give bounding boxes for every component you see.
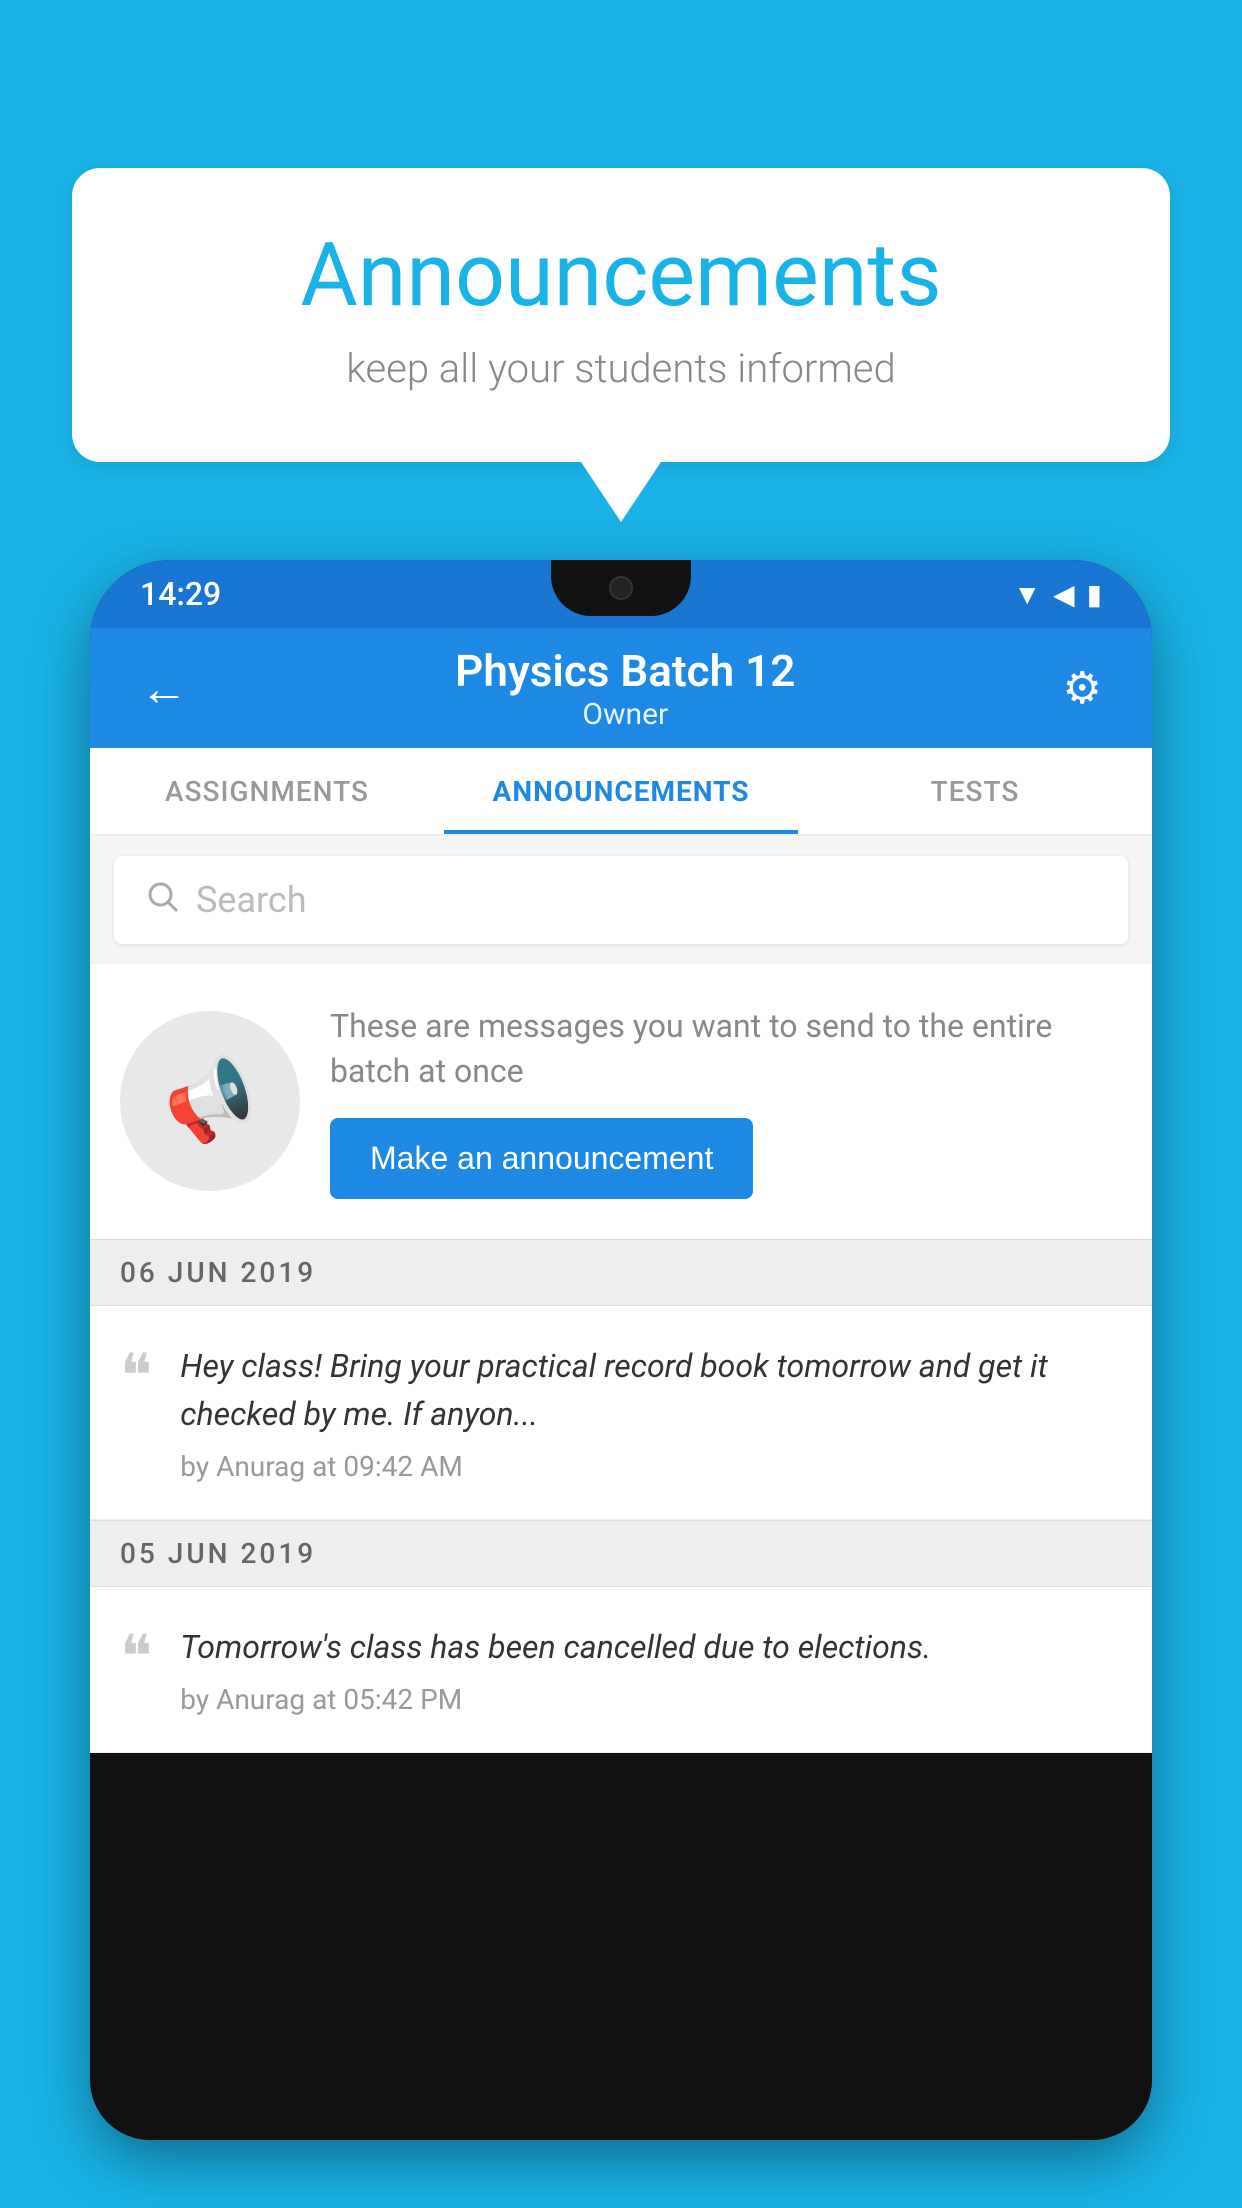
- speech-bubble-container: Announcements keep all your students inf…: [72, 168, 1170, 522]
- quote-icon-2: ❝: [120, 1627, 152, 1687]
- app-bar-subtitle: Owner: [198, 697, 1053, 732]
- back-button[interactable]: ←: [130, 650, 198, 727]
- tab-announcements[interactable]: ANNOUNCEMENTS: [444, 748, 798, 834]
- announcement-text-1: Hey class! Bring your practical record b…: [180, 1342, 1122, 1438]
- battery-icon: ▮: [1087, 578, 1102, 611]
- date-separator-2: 05 JUN 2019: [90, 1520, 1152, 1587]
- megaphone-icon: 📢: [153, 1046, 266, 1157]
- app-bar: ← Physics Batch 12 Owner ⚙: [90, 628, 1152, 748]
- announcement-item-2[interactable]: ❝ Tomorrow's class has been cancelled du…: [90, 1587, 1152, 1753]
- settings-button[interactable]: ⚙: [1053, 652, 1112, 724]
- promo-right: These are messages you want to send to t…: [330, 1004, 1122, 1199]
- announcement-text-2: Tomorrow's class has been cancelled due …: [180, 1623, 1122, 1671]
- status-time: 14:29: [140, 575, 221, 613]
- phone-notch: [551, 560, 691, 616]
- promo-text: These are messages you want to send to t…: [330, 1004, 1122, 1094]
- speech-bubble-subtitle: keep all your students informed: [152, 345, 1090, 392]
- make-announcement-button[interactable]: Make an announcement: [330, 1118, 753, 1199]
- content-area: Search 📢 These are messages you want to …: [90, 836, 1152, 1753]
- signal-icon: ◀: [1053, 578, 1075, 611]
- announcement-content-1: Hey class! Bring your practical record b…: [180, 1342, 1122, 1483]
- speech-bubble: Announcements keep all your students inf…: [72, 168, 1170, 462]
- wifi-icon: ▼: [1013, 578, 1041, 611]
- status-bar: 14:29 ▼ ◀ ▮: [90, 560, 1152, 628]
- announcement-item-1[interactable]: ❝ Hey class! Bring your practical record…: [90, 1306, 1152, 1520]
- announcement-meta-2: by Anurag at 05:42 PM: [180, 1683, 1122, 1716]
- search-icon: [144, 877, 180, 924]
- app-bar-title-group: Physics Batch 12 Owner: [198, 645, 1053, 732]
- promo-icon-circle: 📢: [120, 1011, 300, 1191]
- camera: [609, 576, 633, 600]
- tabs-bar: ASSIGNMENTS ANNOUNCEMENTS TESTS: [90, 748, 1152, 836]
- phone: 14:29 ▼ ◀ ▮ ← Physics Batch 12 Owner ⚙: [90, 560, 1152, 2140]
- search-input[interactable]: Search: [196, 879, 307, 921]
- phone-container: 14:29 ▼ ◀ ▮ ← Physics Batch 12 Owner ⚙: [90, 560, 1152, 2208]
- speech-bubble-title: Announcements: [152, 228, 1090, 325]
- quote-icon-1: ❝: [120, 1346, 152, 1406]
- tab-tests[interactable]: TESTS: [798, 748, 1152, 834]
- announcement-meta-1: by Anurag at 09:42 AM: [180, 1450, 1122, 1483]
- date-separator-1: 06 JUN 2019: [90, 1239, 1152, 1306]
- speech-bubble-arrow: [581, 462, 661, 522]
- announcement-promo: 📢 These are messages you want to send to…: [90, 964, 1152, 1239]
- phone-screen-inner: 14:29 ▼ ◀ ▮ ← Physics Batch 12 Owner ⚙: [90, 560, 1152, 2140]
- search-bar[interactable]: Search: [114, 856, 1128, 944]
- app-bar-title: Physics Batch 12: [198, 645, 1053, 697]
- status-icons: ▼ ◀ ▮: [1013, 578, 1102, 611]
- announcement-content-2: Tomorrow's class has been cancelled due …: [180, 1623, 1122, 1716]
- tab-assignments[interactable]: ASSIGNMENTS: [90, 748, 444, 834]
